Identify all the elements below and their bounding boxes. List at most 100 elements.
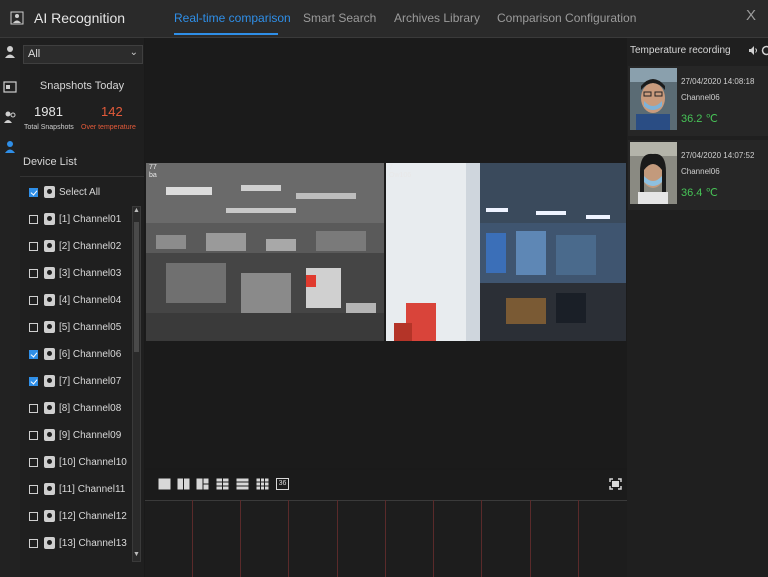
checkbox[interactable] (29, 215, 38, 224)
device-label: [5] Channel05 (59, 322, 122, 333)
layout-3-icon[interactable] (196, 478, 209, 490)
face-snapshot (630, 68, 677, 130)
timeline-divider (433, 500, 434, 577)
device-row[interactable]: [9] Channel09 (20, 423, 132, 449)
device-label: [8] Channel08 (59, 403, 122, 414)
tab-archives-library[interactable]: Archives Library (394, 11, 480, 25)
device-label: [7] Channel07 (59, 376, 122, 387)
checkbox[interactable] (29, 242, 38, 251)
device-row[interactable]: [3] Channel03 (20, 261, 132, 287)
device-row[interactable]: [10] Channel10 (20, 450, 132, 476)
device-row[interactable]: [4] Channel04 (20, 288, 132, 314)
speaker-icon[interactable] (749, 46, 758, 55)
camera-icon (44, 294, 55, 306)
tab-comparison-configuration[interactable]: Comparison Configuration (497, 11, 636, 25)
scroll-down-icon[interactable]: ▼ (132, 550, 141, 560)
checkbox[interactable] (29, 350, 38, 359)
camera-icon (44, 267, 55, 279)
device-label: [3] Channel03 (59, 268, 122, 279)
camera-icon (44, 321, 55, 333)
video-osd-id: 77 (149, 164, 157, 171)
checkbox[interactable] (29, 431, 38, 440)
device-row[interactable]: [7] Channel07 (20, 369, 132, 395)
device-row[interactable]: [6] Channel06 (20, 342, 132, 368)
chevron-down-icon: ⌄ (129, 47, 138, 58)
checkbox[interactable] (29, 377, 38, 386)
fullscreen-icon[interactable] (609, 478, 622, 490)
device-list-title: Device List (23, 156, 77, 168)
camera-icon (44, 348, 55, 360)
record-time: 27/04/2020 14:07:52 (681, 151, 755, 160)
tab-smart-search[interactable]: Smart Search (303, 11, 376, 25)
video-feed-thermal[interactable]: 77 ba (146, 163, 384, 341)
layout-8-icon[interactable] (236, 478, 249, 490)
device-label: [4] Channel04 (59, 295, 122, 306)
select-all-row[interactable]: Select All (20, 180, 132, 206)
camera-icon (44, 483, 55, 495)
device-row[interactable]: [8] Channel08 (20, 396, 132, 422)
ai-recognition-icon (10, 11, 24, 25)
video-feed-visible[interactable]: 7 Ow106 (386, 163, 626, 341)
device-row[interactable]: [12] Channel12 (20, 504, 132, 530)
scrollbar-thumb[interactable] (134, 222, 139, 352)
total-snapshots-count: 1981 (34, 104, 63, 119)
office-scene (386, 163, 626, 341)
scroll-up-icon[interactable]: ▲ (132, 206, 141, 216)
timeline-divider (240, 500, 241, 577)
checkbox[interactable] (29, 188, 38, 197)
temperature-record[interactable]: 27/04/2020 14:08:18 Channel06 36.2 ℃ (628, 66, 768, 136)
checkbox[interactable] (29, 539, 38, 548)
device-label: [11] Channel11 (59, 484, 126, 495)
checkbox[interactable] (29, 458, 38, 467)
device-label: [12] Channel12 (59, 511, 127, 522)
device-row[interactable]: [5] Channel05 (20, 315, 132, 341)
device-label: Select All (59, 187, 101, 198)
device-label: [2] Channel02 (59, 241, 122, 252)
id-card-icon[interactable] (3, 80, 17, 94)
camera-icon (44, 510, 55, 522)
device-row[interactable]: [2] Channel02 (20, 234, 132, 260)
camera-icon (44, 240, 55, 252)
checkbox[interactable] (29, 269, 38, 278)
over-temperature-label: Over temperature (81, 124, 136, 131)
person-search-icon[interactable] (3, 110, 17, 124)
layout-4-icon[interactable] (216, 478, 229, 490)
camera-icon (44, 213, 55, 225)
active-tab-indicator (174, 33, 278, 35)
layout-9-icon[interactable] (256, 478, 269, 490)
record-temperature: 36.4 ℃ (681, 187, 718, 199)
temperature-person-icon[interactable] (3, 140, 17, 154)
temperature-record[interactable]: 27/04/2020 14:07:52 Channel06 36.4 ℃ (628, 140, 768, 210)
close-button[interactable]: X (746, 7, 756, 24)
device-row[interactable]: [11] Channel11 (20, 477, 132, 503)
camera-icon (44, 537, 55, 549)
gear-icon[interactable] (761, 45, 768, 56)
layout-1-icon[interactable] (158, 478, 171, 490)
device-row[interactable]: [13] Channel13 (20, 531, 132, 557)
channel-filter-value: All (28, 48, 41, 60)
timeline-divider (288, 500, 289, 577)
checkbox[interactable] (29, 404, 38, 413)
over-temperature-count: 142 (101, 104, 123, 119)
checkbox[interactable] (29, 485, 38, 494)
camera-icon (44, 186, 55, 198)
total-snapshots-label: Total Snapshots (24, 124, 74, 131)
playback-timeline[interactable] (145, 500, 627, 577)
checkbox[interactable] (29, 512, 38, 521)
checkbox[interactable] (29, 296, 38, 305)
camera-icon (44, 456, 55, 468)
timeline-divider (385, 500, 386, 577)
face-icon[interactable] (3, 45, 17, 59)
checkbox[interactable] (29, 323, 38, 332)
record-time: 27/04/2020 14:08:18 (681, 77, 755, 86)
layout-2-icon[interactable] (177, 478, 190, 490)
channel-filter-select[interactable]: All ⌄ (23, 45, 143, 64)
device-row[interactable]: [1] Channel01 (20, 207, 132, 233)
snapshots-title: Snapshots Today (39, 80, 125, 92)
video-osd-id: 7 (389, 164, 393, 171)
record-channel: Channel06 (681, 167, 720, 176)
tab-real-time-comparison[interactable]: Real-time comparison (174, 11, 291, 25)
app-title: AI Recognition (34, 10, 126, 26)
layout-16-icon[interactable]: 36 (276, 478, 289, 490)
device-label: [6] Channel06 (59, 349, 122, 360)
